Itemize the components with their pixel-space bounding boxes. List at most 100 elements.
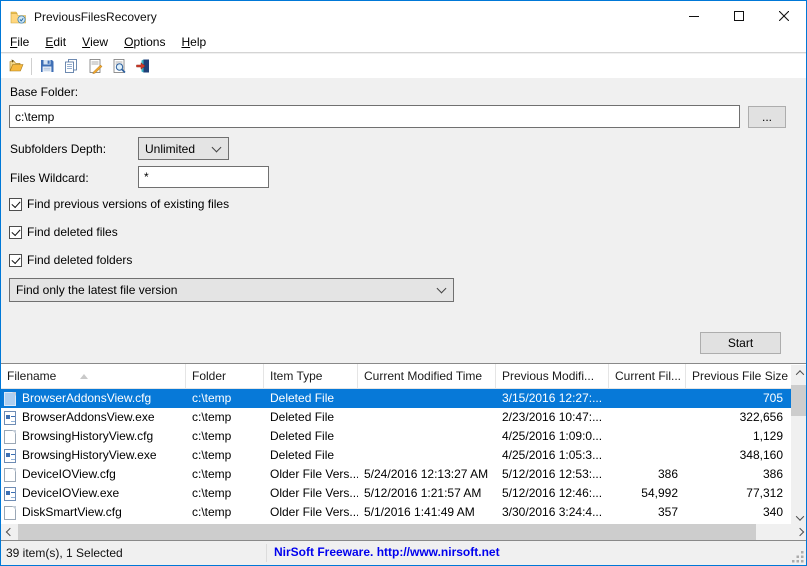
file-document-icon — [4, 391, 16, 406]
minimize-button[interactable] — [671, 1, 716, 31]
scroll-right-icon[interactable] — [791, 524, 806, 540]
folder-cell: c:\temp — [192, 486, 232, 500]
start-button[interactable]: Start — [700, 332, 781, 354]
previous-modified-cell: 4/25/2016 1:09:0... — [502, 429, 603, 443]
checkbox-previous-versions[interactable]: Find previous versions of existing files — [9, 196, 229, 212]
filename-cell: BrowsingHistoryView.cfg — [22, 429, 154, 443]
properties-icon[interactable] — [83, 55, 107, 77]
checkbox-label: Find deleted files — [27, 225, 118, 239]
column-header-current-modified[interactable]: Current Modified Time — [358, 364, 496, 388]
current-size-cell — [609, 427, 686, 446]
previous-size-cell: 77,312 — [746, 486, 783, 500]
checkbox-icon[interactable] — [9, 253, 22, 267]
column-header-previous-size[interactable]: Previous File Size — [686, 364, 791, 388]
previous-modified-cell: 2/23/2016 10:47:... — [502, 410, 603, 424]
save-icon[interactable] — [35, 55, 59, 77]
column-header-current-size[interactable]: Current Fil... — [609, 364, 686, 388]
folder-cell: c:\temp — [192, 467, 232, 481]
folder-cell: c:\temp — [192, 429, 232, 443]
item-type-cell: Deleted File — [270, 391, 335, 405]
folder-cell: c:\temp — [192, 448, 232, 462]
vertical-scrollbar[interactable] — [791, 365, 806, 526]
titlebar: PreviousFilesRecovery — [1, 1, 806, 32]
table-body: BrowserAddonsView.cfg c:\temp Deleted Fi… — [1, 389, 791, 522]
menu-help[interactable]: Help — [173, 32, 214, 52]
filename-cell: BrowserAddonsView.exe — [22, 410, 155, 424]
previous-modified-cell: 5/12/2016 12:46:... — [502, 486, 603, 500]
previous-size-cell: 705 — [762, 391, 783, 405]
file-application-icon — [4, 486, 16, 501]
open-folder-icon[interactable] — [4, 55, 28, 77]
filename-cell: BrowsingHistoryView.exe — [22, 448, 157, 462]
maximize-button[interactable] — [716, 1, 761, 31]
window-title: PreviousFilesRecovery — [34, 9, 157, 24]
statusbar: 39 item(s), 1 Selected NirSoft Freeware.… — [1, 541, 806, 565]
vertical-scrollbar-thumb[interactable] — [791, 385, 806, 416]
filename-cell: DiskSmartView.cfg — [22, 505, 122, 519]
menubar: File Edit View Options Help — [1, 32, 806, 53]
resize-grip-icon[interactable] — [791, 550, 804, 563]
exit-icon[interactable] — [131, 55, 155, 77]
version-mode-select[interactable]: Find only the latest file version — [9, 278, 454, 302]
table-row[interactable]: BrowsingHistoryView.exe c:\temp Deleted … — [1, 446, 791, 465]
table-row[interactable]: DeviceIOView.exe c:\temp Older File Vers… — [1, 484, 791, 503]
menu-view[interactable]: View — [74, 32, 116, 52]
menu-file[interactable]: File — [2, 32, 37, 52]
current-size-cell — [609, 408, 686, 427]
table-row[interactable]: BrowsingHistoryView.cfg c:\temp Deleted … — [1, 427, 791, 446]
table-row[interactable]: DiskSmartView.cfg c:\temp Older File Ver… — [1, 503, 791, 522]
app-window: PreviousFilesRecovery File Edit View Opt… — [0, 0, 807, 566]
menu-options[interactable]: Options — [116, 32, 173, 52]
item-type-cell: Older File Vers... — [270, 467, 358, 481]
previous-modified-cell: 5/12/2016 12:53:... — [502, 467, 603, 481]
file-document-icon — [4, 429, 16, 444]
table-row[interactable]: DeviceIOView.cfg c:\temp Older File Vers… — [1, 465, 791, 484]
toolbar — [1, 54, 806, 78]
column-header-folder[interactable]: Folder — [186, 364, 264, 388]
filename-cell: BrowserAddonsView.cfg — [22, 391, 152, 405]
current-modified-cell: 5/12/2016 1:21:57 AM — [364, 486, 482, 500]
checkbox-deleted-files[interactable]: Find deleted files — [9, 224, 118, 240]
previous-modified-cell: 4/25/2016 1:05:3... — [502, 448, 603, 462]
menu-edit[interactable]: Edit — [37, 32, 74, 52]
filename-cell: DeviceIOView.exe — [22, 486, 120, 500]
table-row[interactable]: BrowserAddonsView.exe c:\temp Deleted Fi… — [1, 408, 791, 427]
version-mode-value: Find only the latest file version — [16, 283, 178, 297]
folder-cell: c:\temp — [192, 505, 232, 519]
checkbox-icon[interactable] — [9, 225, 22, 239]
scroll-up-icon[interactable] — [791, 365, 806, 381]
toolbar-separator — [31, 57, 32, 75]
current-modified-cell: 5/24/2016 12:13:27 AM — [364, 467, 489, 481]
files-wildcard-input[interactable] — [138, 166, 269, 188]
nirsoft-link[interactable]: NirSoft Freeware. http://www.nirsoft.net — [274, 545, 500, 559]
column-header-filename[interactable]: Filename — [1, 364, 186, 388]
current-size-cell: 386 — [657, 467, 678, 481]
current-modified-cell — [358, 446, 496, 465]
horizontal-scrollbar-thumb[interactable] — [18, 524, 756, 540]
close-button[interactable] — [761, 1, 806, 31]
status-separator — [266, 544, 267, 562]
find-icon[interactable] — [107, 55, 131, 77]
previous-modified-cell: 3/30/2016 3:24:4... — [502, 505, 603, 519]
current-size-cell: 357 — [657, 505, 678, 519]
item-type-cell: Older File Vers... — [270, 486, 358, 500]
column-header-previous-modified[interactable]: Previous Modifi... — [496, 364, 609, 388]
browse-button[interactable]: ... — [748, 106, 786, 128]
copy-icon[interactable] — [59, 55, 83, 77]
table-row[interactable]: BrowserAddonsView.cfg c:\temp Deleted Fi… — [1, 389, 791, 408]
item-type-cell: Deleted File — [270, 448, 335, 462]
base-folder-input[interactable] — [9, 105, 740, 128]
checkbox-icon[interactable] — [9, 197, 22, 211]
checkbox-deleted-folders[interactable]: Find deleted folders — [9, 252, 132, 268]
scroll-left-icon[interactable] — [1, 524, 18, 540]
column-header-item-type[interactable]: Item Type — [264, 364, 358, 388]
sort-ascending-icon — [80, 373, 89, 379]
horizontal-scrollbar[interactable] — [1, 524, 806, 540]
table-header: Filename Folder Item Type Current Modifi… — [1, 364, 791, 389]
file-document-icon — [4, 467, 16, 482]
current-modified-cell — [358, 408, 496, 427]
chevron-down-icon — [436, 283, 447, 294]
subfolders-depth-select[interactable]: Unlimited — [138, 137, 229, 160]
subfolders-depth-value: Unlimited — [145, 141, 196, 156]
checkbox-label: Find previous versions of existing files — [27, 197, 230, 211]
